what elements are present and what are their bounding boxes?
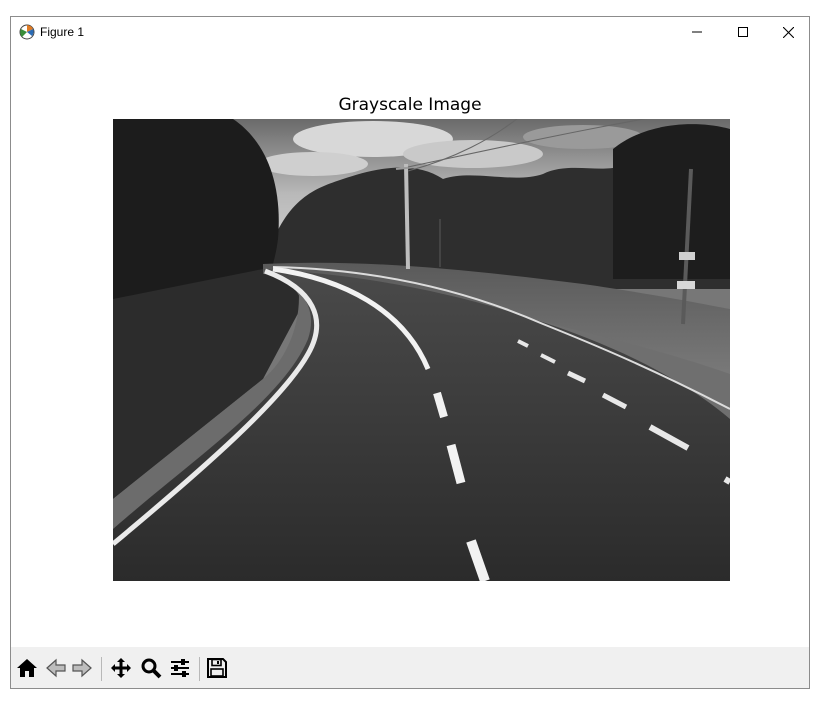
minimize-icon — [692, 31, 702, 33]
close-icon — [782, 26, 794, 38]
forward-icon — [72, 658, 92, 678]
grayscale-road-image[interactable] — [113, 119, 730, 581]
minimize-button[interactable] — [674, 17, 720, 47]
navigation-toolbar — [11, 647, 809, 688]
back-icon — [46, 658, 66, 678]
matplotlib-app-icon — [19, 24, 35, 40]
pan-button[interactable] — [108, 655, 134, 681]
pan-icon — [111, 658, 131, 678]
home-icon — [17, 659, 37, 677]
configure-subplots-icon — [171, 659, 189, 677]
back-button[interactable] — [43, 655, 69, 681]
close-button[interactable] — [765, 17, 811, 47]
window-title: Figure 1 — [40, 25, 85, 39]
forward-button[interactable] — [69, 655, 95, 681]
home-button[interactable] — [14, 655, 40, 681]
title-bar[interactable]: Figure 1 — [11, 17, 809, 47]
road-photo — [113, 119, 730, 581]
toolbar-separator — [101, 657, 102, 681]
configure-subplots-button[interactable] — [167, 655, 193, 681]
zoom-icon — [141, 658, 162, 679]
toolbar-separator — [199, 657, 200, 681]
figure-window: Figure 1 Grayscale Image — [10, 16, 810, 689]
save-icon — [207, 658, 227, 678]
maximize-button[interactable] — [720, 17, 766, 47]
save-button[interactable] — [204, 655, 230, 681]
plot-title: Grayscale Image — [338, 95, 482, 115]
figure-canvas[interactable]: Grayscale Image — [11, 47, 809, 647]
zoom-button[interactable] — [138, 655, 164, 681]
maximize-icon — [738, 27, 748, 37]
